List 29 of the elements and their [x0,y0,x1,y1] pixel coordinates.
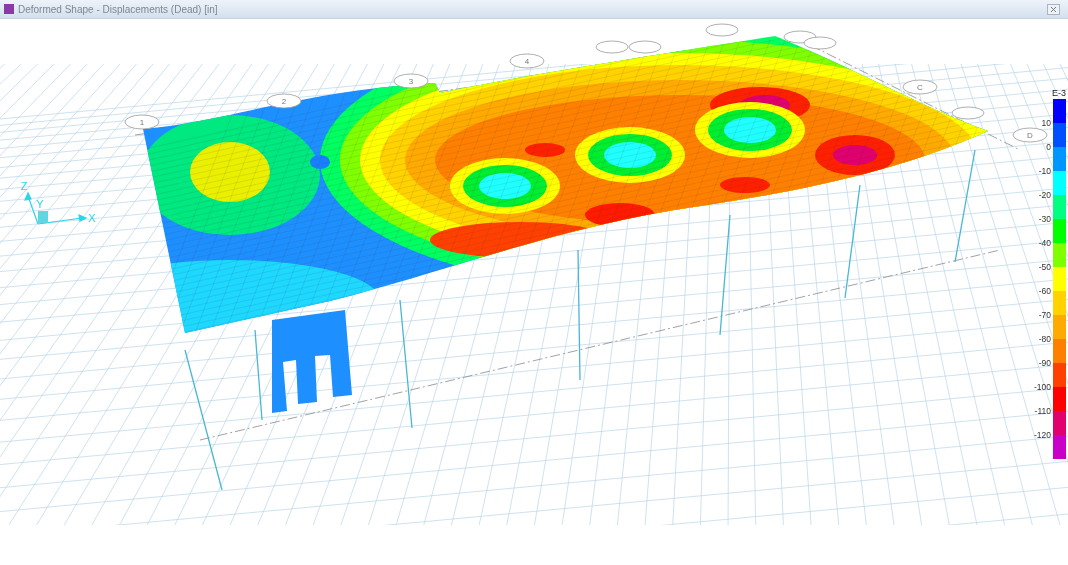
axis-label: Z [20,180,28,192]
grid-label: 4 [524,57,530,66]
grid-label: 3 [408,77,414,86]
legend-title: E-3 [1051,87,1066,99]
axis-label: X [88,212,96,224]
legend-label: -10 [1038,165,1051,177]
grid-label: 2 [281,97,287,106]
legend-label: -90 [1038,357,1051,369]
window-title: Deformed Shape - Displacements (Dead) [in] [18,2,218,17]
legend-label: -20 [1038,189,1051,201]
legend-label: -30 [1038,213,1051,225]
legend-label: 10 [1041,117,1051,129]
legend-label: -80 [1038,333,1051,345]
legend-label: -110 [1034,405,1051,417]
legend-label: -60 [1038,285,1051,297]
grid-label: C [917,83,923,92]
legend-label: -120 [1034,429,1051,441]
axis-label: Y [36,198,44,210]
legend-label: -100 [1034,381,1051,393]
legend-label: -40 [1038,237,1051,249]
close-button[interactable] [1047,3,1060,15]
grid-label: D [1027,131,1033,140]
app-icon [4,4,14,14]
axis-triad-icon [24,191,88,225]
close-icon [1048,4,1059,14]
legend-label: -50 [1038,261,1051,273]
legend-label: -70 [1038,309,1051,321]
legend-label: 0 [1046,141,1051,153]
grid-label: 1 [139,118,145,127]
